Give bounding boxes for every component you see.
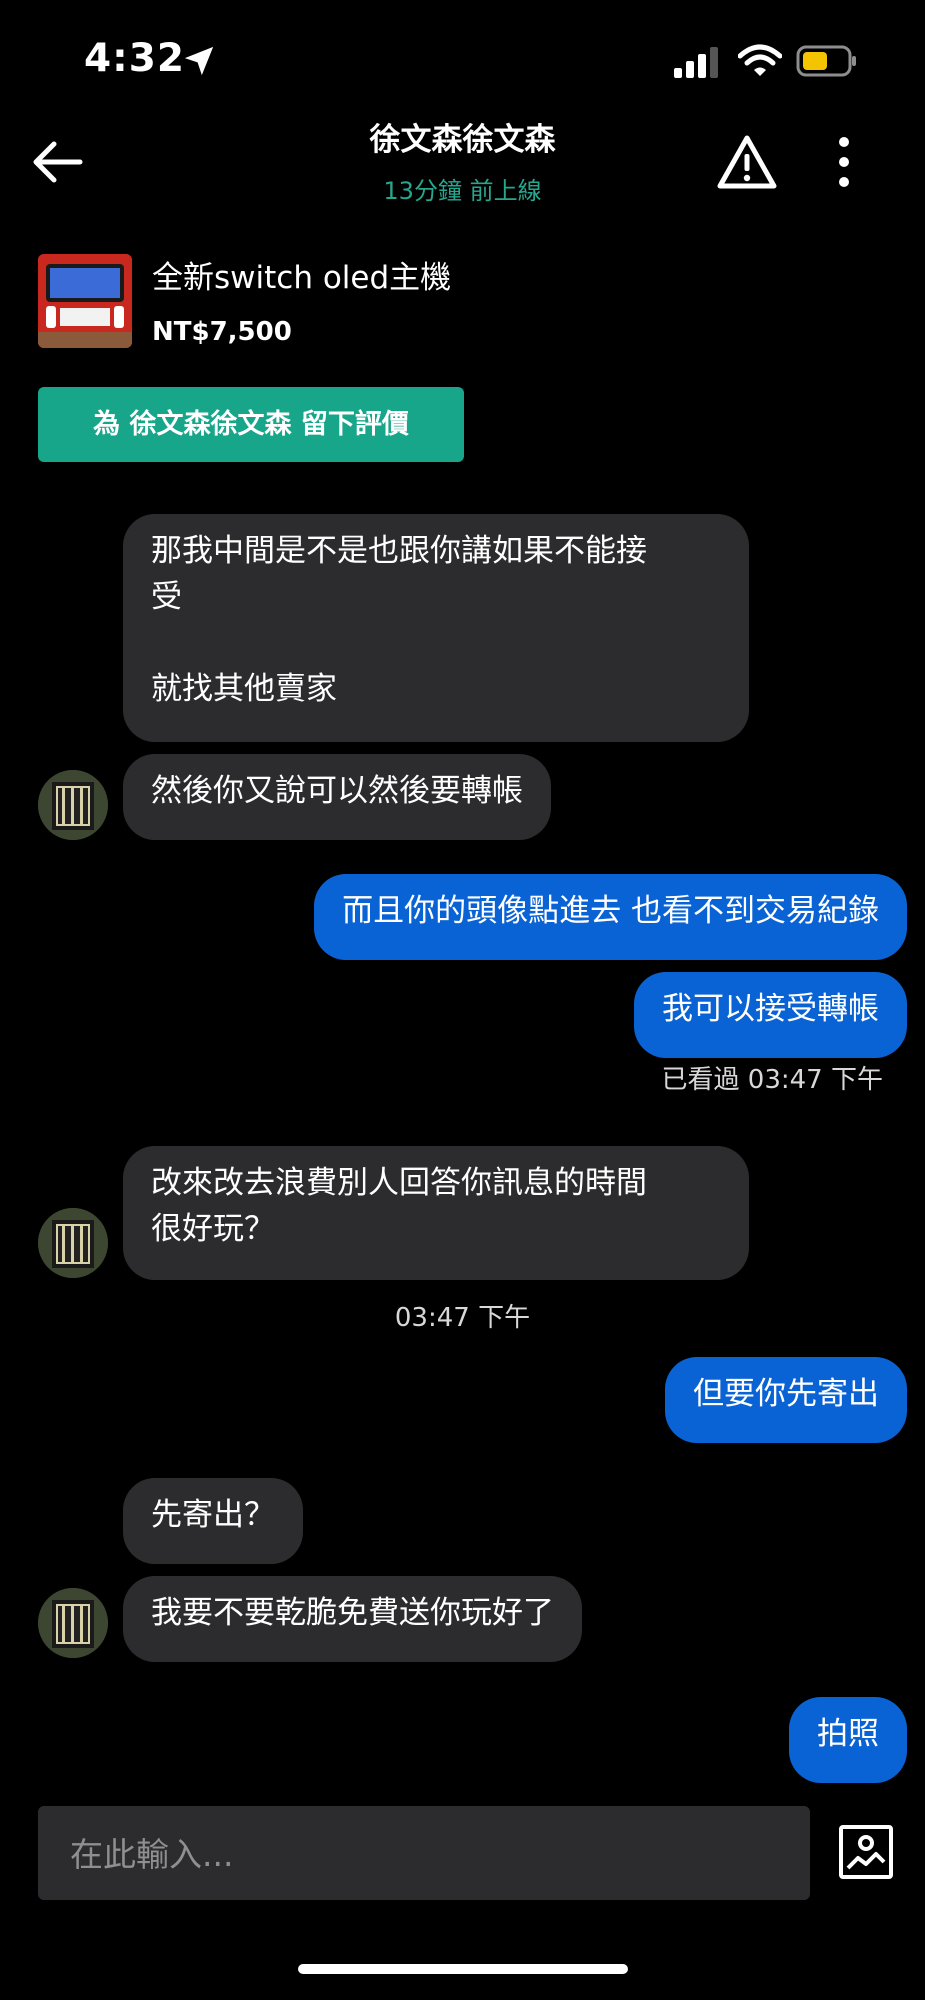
read-receipt: 已看過 03:47 下午 (661, 1065, 883, 1095)
product-name[interactable]: 全新switch oled主機 (152, 256, 451, 300)
message-input[interactable] (68, 1806, 772, 1902)
cellular-signal-icon (674, 47, 718, 78)
message-outgoing: 拍照 (789, 1697, 907, 1783)
battery-icon (796, 45, 856, 77)
image-upload-icon[interactable] (838, 1824, 894, 1880)
warning-icon[interactable] (716, 134, 778, 190)
message-outgoing: 但要你先寄出 (665, 1357, 907, 1443)
chat-title: 徐文森徐文森 (369, 122, 556, 158)
leave-review-button[interactable]: 為 徐文森徐文森 留下評價 (38, 387, 464, 462)
avatar[interactable] (38, 1588, 108, 1658)
message-incoming: 我要不要乾脆免費送你玩好了 (123, 1576, 582, 1662)
message-composer (38, 1806, 810, 1902)
location-arrow-icon (184, 46, 214, 76)
product-image (38, 254, 132, 348)
message-outgoing: 我可以接受轉帳 (634, 972, 907, 1058)
message-incoming: 然後你又說可以然後要轉帳 (123, 754, 551, 840)
message-incoming: 改來改去浪費別人回答你訊息的時間 很好玩？ (123, 1146, 749, 1280)
more-vertical-icon[interactable] (820, 134, 868, 190)
avatar[interactable] (38, 770, 108, 840)
status-time: 4:32 (84, 36, 186, 81)
product-thumbnail[interactable] (38, 254, 132, 348)
wifi-icon (738, 44, 782, 76)
message-incoming: 那我中間是不是也跟你講如果不能接 受 就找其他賣家 (123, 514, 749, 742)
home-indicator[interactable] (298, 1964, 628, 1974)
avatar[interactable] (38, 1208, 108, 1278)
message-timestamp: 03:47 下午 (394, 1303, 531, 1333)
message-incoming: 先寄出？ (123, 1478, 303, 1564)
online-status: 13分鐘 前上線 (383, 177, 542, 205)
product-price: NT$7,500 (152, 317, 292, 347)
message-outgoing: 而且你的頭像點進去 也看不到交易紀錄 (314, 874, 907, 960)
